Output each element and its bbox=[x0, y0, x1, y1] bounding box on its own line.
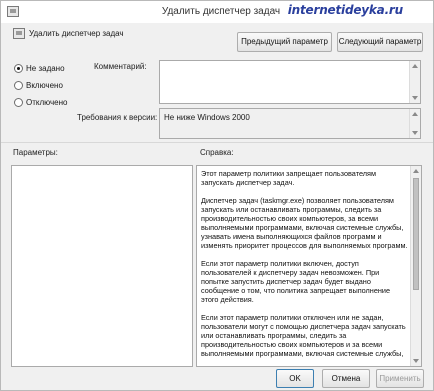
help-text: Этот параметр политики запрещает пользов… bbox=[201, 169, 409, 366]
radio-enabled[interactable]: Включено bbox=[14, 81, 63, 90]
scroll-down-icon[interactable] bbox=[412, 96, 418, 100]
requirements-scrollbar[interactable] bbox=[409, 109, 420, 138]
scroll-down-icon[interactable] bbox=[413, 359, 419, 363]
radio-label: Включено bbox=[26, 81, 63, 90]
radio-button[interactable] bbox=[14, 98, 23, 107]
policy-icon bbox=[7, 6, 19, 17]
radio-button[interactable] bbox=[14, 64, 23, 73]
radio-not-configured[interactable]: Не задано bbox=[14, 64, 65, 73]
help-paragraph: Диспетчер задач (taskmgr.exe) позволяет … bbox=[201, 196, 408, 250]
requirements-value: Не ниже Windows 2000 bbox=[164, 113, 250, 122]
radio-label: Не задано bbox=[26, 64, 65, 73]
help-panel[interactable]: Этот параметр политики запрещает пользов… bbox=[196, 165, 422, 367]
ok-button[interactable]: OK bbox=[276, 369, 314, 388]
divider bbox=[1, 142, 433, 143]
scroll-down-icon[interactable] bbox=[412, 131, 418, 135]
help-label: Справка: bbox=[200, 148, 234, 157]
radio-button[interactable] bbox=[14, 81, 23, 90]
title-bar[interactable]: Удалить диспетчер задач internetideyka.r… bbox=[1, 1, 433, 23]
requirements-label: Требования к версии: bbox=[77, 113, 158, 122]
apply-button[interactable]: Применить bbox=[376, 369, 424, 388]
comment-scrollbar[interactable] bbox=[409, 61, 420, 103]
help-paragraph: Если этот параметр политики включен, дос… bbox=[201, 259, 391, 304]
help-scrollbar[interactable] bbox=[410, 166, 421, 366]
scrollbar-thumb[interactable] bbox=[413, 178, 419, 290]
cancel-button[interactable]: Отмена bbox=[322, 369, 370, 388]
help-paragraph: Этот параметр политики запрещает пользов… bbox=[201, 169, 376, 187]
setting-name: Удалить диспетчер задач bbox=[29, 29, 124, 38]
parameters-panel[interactable] bbox=[11, 165, 193, 367]
help-paragraph: Если этот параметр политики отключен или… bbox=[201, 313, 406, 358]
next-setting-button[interactable]: Следующий параметр bbox=[337, 32, 423, 52]
dialog-window: Удалить диспетчер задач internetideyka.r… bbox=[0, 0, 434, 391]
requirements-box: Не ниже Windows 2000 bbox=[159, 108, 421, 139]
scroll-up-icon[interactable] bbox=[413, 169, 419, 173]
radio-label: Отключено bbox=[26, 98, 68, 107]
radio-disabled[interactable]: Отключено bbox=[14, 98, 67, 107]
comment-label: Комментарий: bbox=[94, 62, 147, 71]
scroll-up-icon[interactable] bbox=[412, 64, 418, 68]
previous-setting-button[interactable]: Предыдущий параметр bbox=[237, 32, 332, 52]
scroll-up-icon[interactable] bbox=[412, 112, 418, 116]
watermark: internetideyka.ru bbox=[287, 3, 403, 17]
setting-icon bbox=[13, 28, 25, 39]
parameters-label: Параметры: bbox=[13, 148, 58, 157]
comment-textarea[interactable] bbox=[159, 60, 421, 104]
